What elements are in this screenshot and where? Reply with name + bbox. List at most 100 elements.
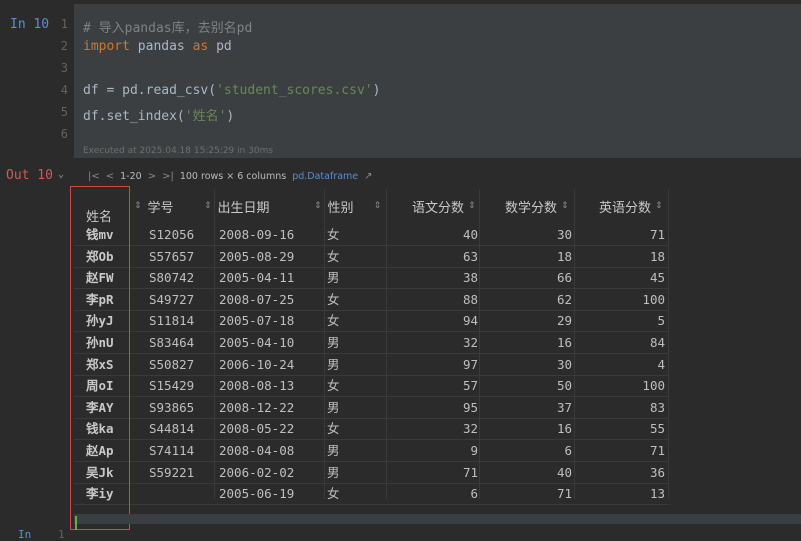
birth-date-cell[interactable]: 2008-04-08 bbox=[219, 440, 319, 462]
student-id-cell[interactable]: S59221 bbox=[149, 462, 211, 484]
chinese-score-cell[interactable]: 94 bbox=[394, 310, 478, 332]
dataframe-type-link[interactable]: pd.Dataframe bbox=[292, 171, 358, 182]
gender-cell[interactable]: 女 bbox=[327, 483, 367, 505]
gender-cell[interactable]: 女 bbox=[327, 224, 367, 246]
student-id-cell[interactable]: S57657 bbox=[149, 246, 211, 268]
table-row[interactable]: 孙yJ S11814 2005-07-18 女 94 29 5 bbox=[74, 310, 674, 333]
math-score-cell[interactable]: 50 bbox=[484, 375, 572, 397]
table-row[interactable]: 李AY S93865 2008-12-22 男 95 37 83 bbox=[74, 397, 674, 419]
column-header[interactable]: ⇕ 出生日期 bbox=[204, 189, 270, 223]
english-score-cell[interactable]: 71 bbox=[579, 440, 665, 462]
gender-cell[interactable]: 女 bbox=[327, 310, 367, 332]
english-score-cell[interactable]: 45 bbox=[579, 267, 665, 289]
math-score-cell[interactable]: 16 bbox=[484, 418, 572, 440]
table-row[interactable]: 周oI S15429 2008-08-13 女 57 50 100 bbox=[74, 375, 674, 398]
chinese-score-cell[interactable]: 88 bbox=[394, 289, 478, 311]
collapse-chevron-icon[interactable]: ⌄ bbox=[58, 169, 64, 180]
birth-date-cell[interactable]: 2005-04-10 bbox=[219, 332, 319, 354]
student-id-cell[interactable]: S83464 bbox=[149, 332, 211, 354]
math-score-cell[interactable]: 71 bbox=[484, 483, 572, 505]
english-score-cell[interactable]: 100 bbox=[579, 289, 665, 311]
math-score-cell[interactable]: 6 bbox=[484, 440, 572, 462]
english-score-cell[interactable]: 13 bbox=[579, 483, 665, 505]
table-row[interactable]: 孙nU S83464 2005-04-10 男 32 16 84 bbox=[74, 332, 674, 354]
math-score-cell[interactable]: 30 bbox=[484, 354, 572, 376]
gender-cell[interactable]: 男 bbox=[327, 462, 367, 484]
chinese-score-cell[interactable]: 95 bbox=[394, 397, 478, 419]
birth-date-cell[interactable]: 2008-09-16 bbox=[219, 224, 319, 246]
first-page-button[interactable]: |< bbox=[88, 171, 100, 182]
column-header[interactable]: 语文分数 ⇕ bbox=[412, 189, 476, 223]
birth-date-cell[interactable]: 2005-04-11 bbox=[219, 267, 319, 289]
chinese-score-cell[interactable]: 57 bbox=[394, 375, 478, 397]
sort-icon[interactable]: ⇕ bbox=[468, 201, 476, 211]
column-header[interactable]: ⇕ 性别 ⇕ bbox=[314, 189, 381, 223]
birth-date-cell[interactable]: 2008-07-25 bbox=[219, 289, 319, 311]
student-id-cell[interactable] bbox=[149, 483, 211, 505]
next-page-button[interactable]: > bbox=[148, 171, 156, 182]
sort-icon[interactable]: ⇕ bbox=[134, 201, 142, 211]
gender-cell[interactable]: 女 bbox=[327, 418, 367, 440]
student-id-cell[interactable]: S12056 bbox=[149, 224, 211, 246]
page-range-select[interactable]: 1-20 bbox=[120, 171, 142, 182]
table-row[interactable]: 李iy 2005-06-19 女 6 71 13 bbox=[74, 483, 674, 506]
birth-date-cell[interactable]: 2005-07-18 bbox=[219, 310, 319, 332]
table-row[interactable]: 吴Jk S59221 2006-02-02 男 71 40 36 bbox=[74, 462, 674, 484]
student-id-cell[interactable]: S49727 bbox=[149, 289, 211, 311]
table-row[interactable]: 郑Ob S57657 2005-08-29 女 63 18 18 bbox=[74, 246, 674, 268]
student-id-cell[interactable]: S11814 bbox=[149, 310, 211, 332]
gender-cell[interactable]: 男 bbox=[327, 332, 367, 354]
chinese-score-cell[interactable]: 97 bbox=[394, 354, 478, 376]
sort-icon[interactable]: ⇕ bbox=[374, 201, 382, 211]
table-row[interactable]: 钱mv S12056 2008-09-16 女 40 30 71 bbox=[74, 224, 674, 246]
math-score-cell[interactable]: 40 bbox=[484, 462, 572, 484]
chinese-score-cell[interactable]: 38 bbox=[394, 267, 478, 289]
prev-page-button[interactable]: < bbox=[106, 171, 114, 182]
english-score-cell[interactable]: 84 bbox=[579, 332, 665, 354]
column-header[interactable]: 数学分数 ⇕ bbox=[505, 189, 569, 223]
student-id-cell[interactable]: S44814 bbox=[149, 418, 211, 440]
gender-cell[interactable]: 女 bbox=[327, 375, 367, 397]
math-score-cell[interactable]: 16 bbox=[484, 332, 572, 354]
chinese-score-cell[interactable]: 32 bbox=[394, 418, 478, 440]
sort-icon[interactable]: ⇕ bbox=[314, 201, 322, 211]
birth-date-cell[interactable]: 2005-06-19 bbox=[219, 483, 319, 505]
table-row[interactable]: 李pR S49727 2008-07-25 女 88 62 100 bbox=[74, 289, 674, 311]
column-header[interactable]: 英语分数 ⇕ bbox=[599, 189, 663, 223]
gender-cell[interactable]: 男 bbox=[327, 267, 367, 289]
math-score-cell[interactable]: 18 bbox=[484, 246, 572, 268]
student-id-cell[interactable]: S74114 bbox=[149, 440, 211, 462]
math-score-cell[interactable]: 29 bbox=[484, 310, 572, 332]
birth-date-cell[interactable]: 2008-08-13 bbox=[219, 375, 319, 397]
table-row[interactable]: 赵Ap S74114 2008-04-08 男 9 6 71 bbox=[74, 440, 674, 462]
birth-date-cell[interactable]: 2005-08-29 bbox=[219, 246, 319, 268]
student-id-cell[interactable]: S50827 bbox=[149, 354, 211, 376]
english-score-cell[interactable]: 4 bbox=[579, 354, 665, 376]
column-header[interactable]: ⇕ 学号 bbox=[134, 189, 174, 223]
gender-cell[interactable]: 男 bbox=[327, 397, 367, 419]
math-score-cell[interactable]: 30 bbox=[484, 224, 572, 246]
math-score-cell[interactable]: 66 bbox=[484, 267, 572, 289]
chinese-score-cell[interactable]: 63 bbox=[394, 246, 478, 268]
chinese-score-cell[interactable]: 32 bbox=[394, 332, 478, 354]
sort-icon[interactable]: ⇕ bbox=[655, 201, 663, 211]
last-page-button[interactable]: >| bbox=[162, 171, 174, 182]
gender-cell[interactable]: 男 bbox=[327, 354, 367, 376]
gender-cell[interactable]: 男 bbox=[327, 440, 367, 462]
sort-icon[interactable]: ⇕ bbox=[561, 201, 569, 211]
chinese-score-cell[interactable]: 71 bbox=[394, 462, 478, 484]
gender-cell[interactable]: 女 bbox=[327, 246, 367, 268]
sort-icon[interactable]: ⇕ bbox=[204, 201, 212, 211]
birth-date-cell[interactable]: 2006-10-24 bbox=[219, 354, 319, 376]
gender-cell[interactable]: 女 bbox=[327, 289, 367, 311]
math-score-cell[interactable]: 62 bbox=[484, 289, 572, 311]
chinese-score-cell[interactable]: 9 bbox=[394, 440, 478, 462]
code-cell[interactable]: In 10 1 2 3 4 5 6 # 导入pandas库，去别名pd impo… bbox=[0, 0, 801, 160]
english-score-cell[interactable]: 55 bbox=[579, 418, 665, 440]
table-row[interactable]: 郑xS S50827 2006-10-24 男 97 30 4 bbox=[74, 354, 674, 376]
student-id-cell[interactable]: S80742 bbox=[149, 267, 211, 289]
student-id-cell[interactable]: S93865 bbox=[149, 397, 211, 419]
table-row[interactable]: 赵FW S80742 2005-04-11 男 38 66 45 bbox=[74, 267, 674, 290]
english-score-cell[interactable]: 100 bbox=[579, 375, 665, 397]
student-id-cell[interactable]: S15429 bbox=[149, 375, 211, 397]
